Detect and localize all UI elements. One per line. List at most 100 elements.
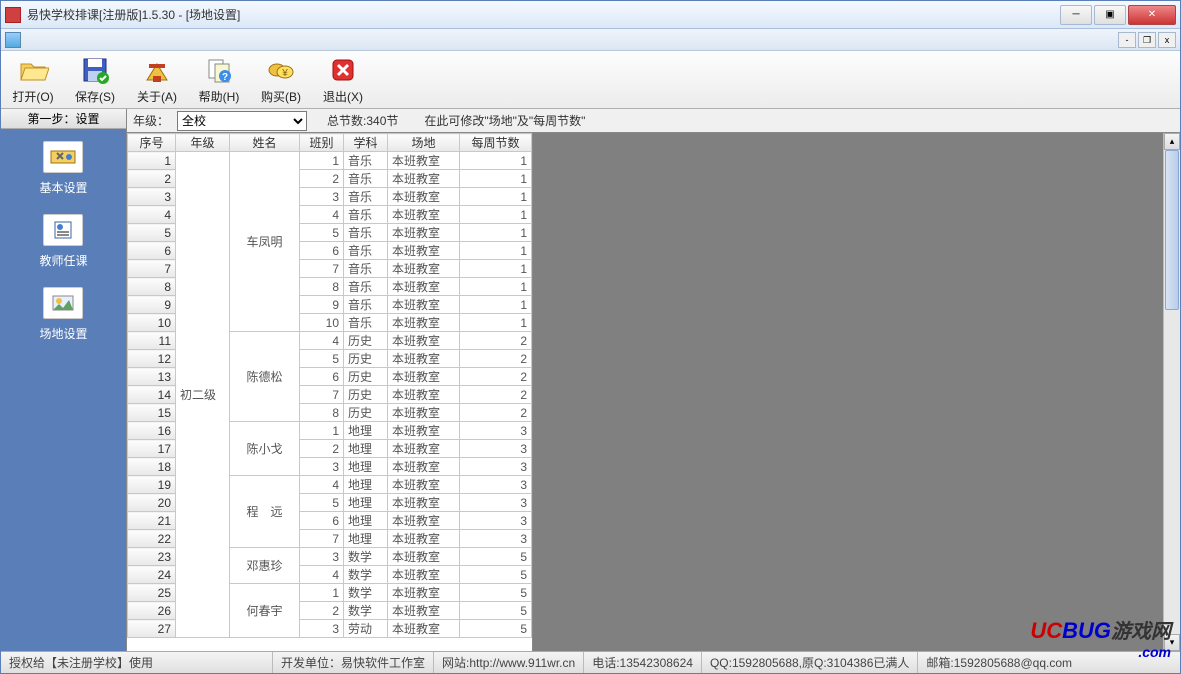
periods-cell[interactable]: 2 [460, 350, 532, 368]
venue-cell[interactable]: 本班教室 [388, 332, 460, 350]
venue-cell[interactable]: 本班教室 [388, 224, 460, 242]
sidebar-venue-settings-icon [43, 287, 83, 319]
venue-cell[interactable]: 本班教室 [388, 494, 460, 512]
scroll-thumb[interactable] [1165, 150, 1179, 310]
row-header: 2 [128, 170, 176, 188]
periods-cell[interactable]: 3 [460, 494, 532, 512]
mdi-restore-button[interactable]: ❐ [1138, 32, 1156, 48]
venue-cell[interactable]: 本班教室 [388, 314, 460, 332]
periods-cell[interactable]: 1 [460, 314, 532, 332]
periods-cell[interactable]: 1 [460, 206, 532, 224]
scroll-up-button[interactable]: ▴ [1164, 133, 1180, 150]
scroll-down-button[interactable]: ▾ [1164, 634, 1180, 651]
col-header[interactable]: 学科 [344, 134, 388, 152]
venue-cell[interactable]: 本班教室 [388, 584, 460, 602]
periods-cell[interactable]: 5 [460, 620, 532, 638]
venue-cell[interactable]: 本班教室 [388, 242, 460, 260]
venue-cell[interactable]: 本班教室 [388, 188, 460, 206]
grade-select[interactable]: 全校 [177, 111, 307, 131]
col-header[interactable]: 姓名 [230, 134, 300, 152]
venue-cell[interactable]: 本班教室 [388, 278, 460, 296]
venue-cell[interactable]: 本班教室 [388, 296, 460, 314]
periods-cell[interactable]: 5 [460, 548, 532, 566]
data-grid[interactable]: 序号年级姓名班别学科场地每周节数1初二级车凤明1音乐本班教室122音乐本班教室1… [127, 133, 533, 651]
venue-cell[interactable]: 本班教室 [388, 404, 460, 422]
subject-cell: 地理 [344, 494, 388, 512]
col-header[interactable]: 场地 [388, 134, 460, 152]
sidebar-teacher-course[interactable]: 教师任课 [39, 214, 87, 269]
save-button-icon [79, 54, 111, 86]
venue-cell[interactable]: 本班教室 [388, 260, 460, 278]
col-header[interactable]: 序号 [128, 134, 176, 152]
sidebar-venue-settings[interactable]: 场地设置 [39, 287, 87, 342]
vertical-scrollbar[interactable]: ▴ ▾ [1163, 133, 1180, 651]
open-button[interactable]: 打开(O) [9, 54, 57, 105]
venue-cell[interactable]: 本班教室 [388, 566, 460, 584]
col-header[interactable]: 年级 [176, 134, 230, 152]
venue-cell[interactable]: 本班教室 [388, 548, 460, 566]
periods-cell[interactable]: 2 [460, 404, 532, 422]
help-button[interactable]: ?帮助(H) [195, 54, 243, 105]
periods-cell[interactable]: 3 [460, 458, 532, 476]
col-header[interactable]: 每周节数 [460, 134, 532, 152]
venue-cell[interactable]: 本班教室 [388, 440, 460, 458]
close-button[interactable]: ✕ [1128, 5, 1176, 25]
mdi-minimize-button[interactable]: - [1118, 32, 1136, 48]
periods-cell[interactable]: 5 [460, 602, 532, 620]
venue-cell[interactable]: 本班教室 [388, 422, 460, 440]
venue-cell[interactable]: 本班教室 [388, 530, 460, 548]
venue-cell[interactable]: 本班教室 [388, 602, 460, 620]
row-header: 8 [128, 278, 176, 296]
periods-cell[interactable]: 5 [460, 566, 532, 584]
minimize-button[interactable]: ─ [1060, 5, 1092, 25]
periods-cell[interactable]: 1 [460, 296, 532, 314]
venue-cell[interactable]: 本班教室 [388, 206, 460, 224]
exit-button[interactable]: 退出(X) [319, 54, 367, 105]
periods-cell[interactable]: 1 [460, 170, 532, 188]
periods-cell[interactable]: 3 [460, 422, 532, 440]
periods-cell[interactable]: 1 [460, 188, 532, 206]
venue-cell[interactable]: 本班教室 [388, 458, 460, 476]
venue-cell[interactable]: 本班教室 [388, 170, 460, 188]
venue-cell[interactable]: 本班教室 [388, 350, 460, 368]
periods-cell[interactable]: 3 [460, 476, 532, 494]
buy-button[interactable]: ¥购买(B) [257, 54, 305, 105]
filter-bar: 年级： 全校 总节数:340节 在此可修改"场地"及"每周节数" [127, 109, 1180, 133]
class-cell: 10 [300, 314, 344, 332]
periods-cell[interactable]: 1 [460, 152, 532, 170]
periods-cell[interactable]: 5 [460, 584, 532, 602]
col-header[interactable]: 班别 [300, 134, 344, 152]
periods-cell[interactable]: 2 [460, 386, 532, 404]
class-cell: 1 [300, 584, 344, 602]
subject-cell: 地理 [344, 530, 388, 548]
maximize-button[interactable]: ▣ [1094, 5, 1126, 25]
periods-cell[interactable]: 3 [460, 440, 532, 458]
mdi-close-button[interactable]: x [1158, 32, 1176, 48]
class-cell: 1 [300, 422, 344, 440]
about-button[interactable]: 关于(A) [133, 54, 181, 105]
name-cell: 何春宇 [230, 584, 300, 638]
buy-button-icon: ¥ [265, 54, 297, 86]
venue-cell[interactable]: 本班教室 [388, 476, 460, 494]
subject-cell: 音乐 [344, 278, 388, 296]
periods-cell[interactable]: 1 [460, 224, 532, 242]
venue-cell[interactable]: 本班教室 [388, 386, 460, 404]
sidebar-basic-settings[interactable]: 基本设置 [39, 141, 87, 196]
mdi-child-icon [5, 32, 21, 48]
venue-cell[interactable]: 本班教室 [388, 368, 460, 386]
venue-cell[interactable]: 本班教室 [388, 620, 460, 638]
venue-cell[interactable]: 本班教室 [388, 512, 460, 530]
periods-cell[interactable]: 3 [460, 530, 532, 548]
table-row[interactable]: 1初二级车凤明1音乐本班教室1 [128, 152, 532, 170]
status-tel: 电话:13542308624 [584, 652, 702, 673]
about-button-label: 关于(A) [137, 88, 177, 105]
periods-cell[interactable]: 1 [460, 242, 532, 260]
venue-cell[interactable]: 本班教室 [388, 152, 460, 170]
periods-cell[interactable]: 2 [460, 332, 532, 350]
save-button[interactable]: 保存(S) [71, 54, 119, 105]
periods-cell[interactable]: 3 [460, 512, 532, 530]
periods-cell[interactable]: 1 [460, 260, 532, 278]
app-icon [5, 7, 21, 23]
periods-cell[interactable]: 2 [460, 368, 532, 386]
periods-cell[interactable]: 1 [460, 278, 532, 296]
